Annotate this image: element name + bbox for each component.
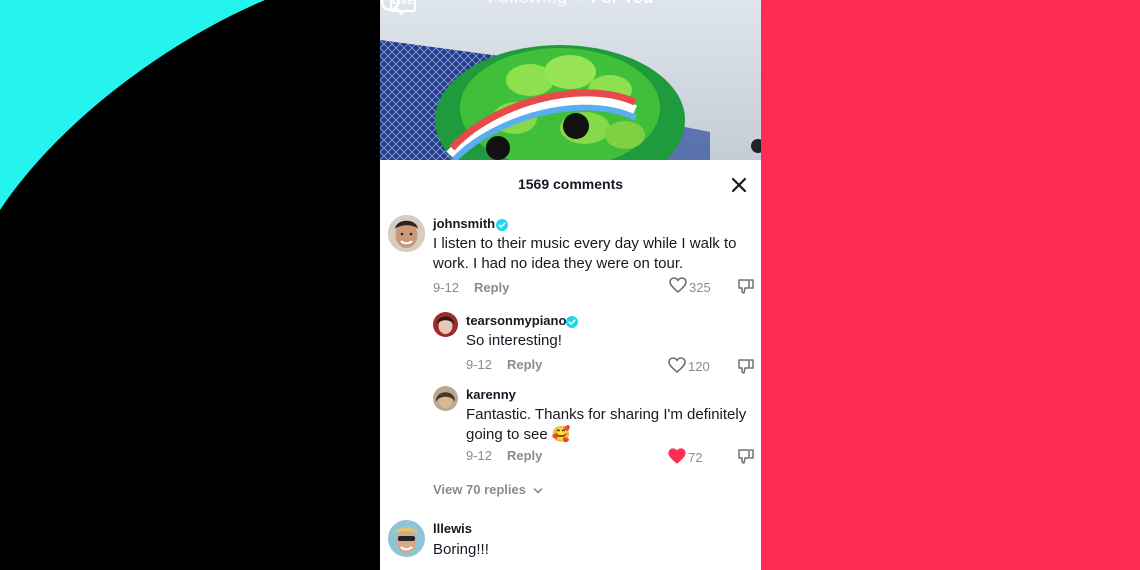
video-player[interactable]: LIVE Following For You — [380, 0, 761, 160]
comment-text: I listen to their music every day while … — [433, 235, 737, 272]
comment-item: johnsmith I listen to their music every … — [380, 215, 761, 305]
comment-username[interactable]: tearsonmypiano — [466, 313, 566, 328]
tab-following[interactable]: Following — [488, 0, 567, 8]
comments-header: 1569 comments — [380, 174, 761, 196]
top-navigation: LIVE Following For You — [380, 0, 761, 16]
comments-sheet: 1569 comments johnsmith I listen to thei… — [380, 160, 761, 570]
comment-date: 9-12 — [466, 357, 493, 372]
like-count: 325 — [689, 280, 711, 295]
view-replies-label: View 70 replies — [433, 482, 526, 497]
comment-date: 9-12 — [466, 448, 493, 463]
heart-filled-icon[interactable] — [668, 448, 686, 464]
avatar[interactable] — [388, 215, 425, 252]
reply-item: karenny Fantastic. Thanks for sharing I'… — [380, 386, 761, 468]
like-count: 120 — [688, 359, 710, 374]
comment-username[interactable]: lllewis — [433, 521, 472, 536]
comment-username[interactable]: johnsmith — [433, 216, 495, 231]
reply-button[interactable]: Reply — [474, 280, 509, 295]
close-icon[interactable] — [730, 176, 748, 194]
comment-text: Fantastic. Thanks for sharing I'm defini… — [466, 406, 747, 443]
verified-badge-icon — [566, 316, 578, 328]
verified-badge-icon — [496, 219, 508, 231]
phone-screen: LIVE Following For You 1569 comments — [380, 0, 761, 570]
comment-text: Boring!!! — [433, 541, 489, 558]
heart-icon[interactable] — [668, 357, 686, 373]
dislike-icon[interactable] — [738, 448, 754, 464]
reply-button[interactable]: Reply — [507, 357, 542, 372]
tab-divider — [576, 0, 577, 2]
brand-background-left — [0, 0, 380, 570]
comment-date: 9-12 — [433, 280, 460, 295]
tab-for-you[interactable]: For You — [591, 0, 654, 8]
view-replies-button[interactable]: View 70 replies — [433, 482, 543, 497]
comment-count: 1569 comments — [517, 176, 624, 192]
dislike-icon[interactable] — [738, 358, 754, 374]
reply-button[interactable]: Reply — [507, 448, 542, 463]
avatar[interactable] — [433, 312, 458, 337]
reply-item: tearsonmypiano So interesting! 9-12 Repl… — [380, 312, 761, 378]
avatar[interactable] — [433, 386, 458, 411]
comment-username[interactable]: karenny — [466, 387, 516, 402]
brand-background-right — [761, 0, 1140, 570]
chevron-down-icon — [533, 487, 542, 494]
comment-text: So interesting! — [466, 332, 562, 349]
comment-item: lllewis Boring!!! — [380, 520, 761, 570]
dislike-icon[interactable] — [738, 278, 754, 294]
search-icon[interactable] — [380, 0, 404, 16]
like-count: 72 — [688, 450, 703, 465]
avatar[interactable] — [388, 520, 425, 557]
heart-icon[interactable] — [669, 277, 687, 293]
